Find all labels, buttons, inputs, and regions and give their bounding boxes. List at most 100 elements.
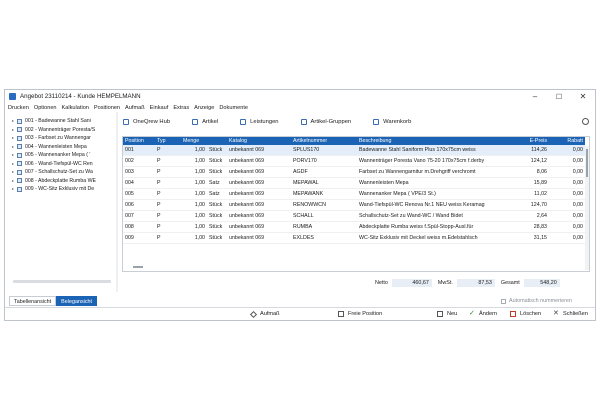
- col-rabatt[interactable]: Rabatt: [549, 137, 585, 145]
- table-row[interactable]: 009 P 1,00 Stück unbekannt 069 EXLDES WC-Sitz …: [123, 232, 585, 244]
- tree-item[interactable]: ▸ 009 - WC-Sitz Exklusiv mit De: [12, 185, 112, 194]
- panel-splitter[interactable]: [116, 112, 118, 292]
- cell-menge: 1,00: [181, 188, 207, 200]
- tree-item[interactable]: ▸ 004 - Wannenleisten Mepa: [12, 143, 112, 152]
- expand-icon[interactable]: ▸: [12, 151, 16, 160]
- col-katalog[interactable]: Katalog: [227, 137, 291, 145]
- close-window-button[interactable]: ✕: [573, 90, 593, 103]
- table-row[interactable]: 002 P 1,00 Stück unbekannt 069 PORV170 Wannent…: [123, 155, 585, 167]
- expand-icon[interactable]: ▸: [12, 185, 16, 194]
- auto-number-checkbox[interactable]: [501, 298, 506, 304]
- col-menge[interactable]: Menge: [181, 137, 207, 145]
- cell-katalog: unbekannt 069: [227, 155, 291, 167]
- col-artikelnummer[interactable]: Artikelnummer: [291, 137, 357, 145]
- auto-number-option[interactable]: Automatisch nummerieren: [501, 298, 572, 304]
- freie-position-button[interactable]: Freie Position: [338, 311, 382, 317]
- expand-icon[interactable]: ▸: [12, 168, 16, 177]
- aendern-button[interactable]: ✓ Ändern: [469, 310, 497, 317]
- table-row[interactable]: 007 P 1,00 Stück unbekannt 069 SCHALL Schallsc…: [123, 210, 585, 222]
- cell-artikelnummer: PORV170: [291, 155, 357, 167]
- leistungen-button[interactable]: Leistungen: [240, 119, 279, 125]
- minimize-button[interactable]: –: [525, 90, 545, 103]
- cell-einheit: Stück: [207, 199, 227, 211]
- table-row[interactable]: 004 P 1,00 Satz unbekannt 069 MEPAWAL Wannenle…: [123, 177, 585, 189]
- table-row[interactable]: 006 P 1,00 Stück unbekannt 069 RENOWWCN Wand-T…: [123, 199, 585, 211]
- neu-button[interactable]: Neu: [437, 311, 457, 317]
- oneqrew-hub-button[interactable]: OneQrew Hub: [123, 119, 170, 125]
- table-row[interactable]: 008 P 1,00 Stück unbekannt 069 RUMBA Abdeckpla…: [123, 221, 585, 233]
- mwst-value: 87,53: [456, 279, 495, 287]
- cell-position: 006: [123, 199, 155, 211]
- position-icon: [17, 144, 22, 150]
- cell-typ: P: [155, 221, 181, 233]
- tree-item[interactable]: ▸ 002 - Wannenträger Poresta/S: [12, 126, 112, 135]
- menu-positionen[interactable]: Positionen: [94, 105, 120, 111]
- aufmass-button[interactable]: Aufmaß: [249, 310, 280, 318]
- tree-item[interactable]: ▸ 001 - Badewanne Stahl Sani: [12, 117, 112, 126]
- tab-belegansicht[interactable]: Belegansicht: [56, 296, 98, 306]
- cell-einheit: Stück: [207, 210, 227, 222]
- menu-optionen[interactable]: Optionen: [34, 105, 57, 111]
- search-icon[interactable]: [582, 118, 589, 125]
- artikel-button[interactable]: Artikel: [192, 119, 218, 125]
- menu-extras[interactable]: Extras: [173, 105, 189, 111]
- tree-horizontal-scrollbar[interactable]: [13, 280, 111, 283]
- artikel-gruppen-button[interactable]: Artikel-Gruppen: [300, 119, 351, 125]
- cell-e-preis: 28,83: [511, 221, 549, 233]
- grid-horizontal-scrollbar[interactable]: [133, 266, 143, 268]
- expand-icon[interactable]: ▸: [12, 117, 16, 126]
- tree-item[interactable]: ▸ 008 - Abdeckplatte Rumba WE: [12, 177, 112, 186]
- cell-katalog: unbekannt 069: [227, 188, 291, 200]
- col-beschreibung[interactable]: Beschreibung: [357, 137, 511, 145]
- warenkorb-button[interactable]: Warenkorb: [373, 119, 411, 125]
- expand-icon[interactable]: ▸: [12, 143, 16, 152]
- menu-anzeige[interactable]: Anzeige: [194, 105, 214, 111]
- cell-position: 001: [123, 145, 155, 156]
- delete-document-icon: [510, 311, 516, 317]
- tree-item[interactable]: ▸ 007 - Schallschutz-Set zu Wa: [12, 168, 112, 177]
- cell-beschreibung: Wand-Tiefspül-WC Renova Nr.1 NEU weiss K…: [357, 199, 511, 211]
- table-row[interactable]: 003 P 1,00 Stück unbekannt 069 AGDF Farbset zu…: [123, 166, 585, 178]
- table-row[interactable]: 005 P 1,00 Satz unbekannt 069 MEPAWANK Wannena…: [123, 188, 585, 200]
- menu-drucken[interactable]: Drucken: [8, 105, 29, 111]
- grid-scroll-thumb[interactable]: [586, 149, 588, 177]
- schliessen-button[interactable]: ✕ Schließen: [553, 310, 588, 317]
- col-e-preis[interactable]: E-Preis: [511, 137, 549, 145]
- col-typ[interactable]: Typ: [155, 137, 181, 145]
- cell-e-preis: 124,70: [511, 199, 549, 211]
- tab-tabellenansicht[interactable]: Tabellenansicht: [9, 296, 57, 306]
- cell-menge: 1,00: [181, 210, 207, 222]
- services-icon: [240, 119, 247, 125]
- cell-einheit: Stück: [207, 155, 227, 167]
- tree-item[interactable]: ▸ 003 - Farbset zu Wannengar: [12, 134, 112, 143]
- cell-einheit: Stück: [207, 232, 227, 244]
- col-einheit[interactable]: [207, 137, 227, 145]
- expand-icon[interactable]: ▸: [12, 126, 16, 135]
- article-icon: [192, 119, 199, 125]
- tree-item[interactable]: ▸ 005 - Wannenanker Mepa ( ': [12, 151, 112, 160]
- cell-beschreibung: Schallschutz-Set zu Wand-WC / Wand Bidet: [357, 210, 511, 222]
- expand-icon[interactable]: ▸: [12, 134, 16, 143]
- expand-icon[interactable]: ▸: [12, 160, 16, 169]
- menu-einkauf[interactable]: Einkauf: [150, 105, 169, 111]
- cell-e-preis: 2,64: [511, 210, 549, 222]
- maximize-button[interactable]: ☐: [549, 90, 569, 103]
- cell-rabatt: 0,00: [549, 155, 585, 167]
- mwst-label: MwSt.: [437, 280, 453, 286]
- col-position[interactable]: Position: [123, 137, 155, 145]
- cell-einheit: Satz: [207, 188, 227, 200]
- position-icon: [17, 152, 22, 158]
- table-row[interactable]: 001 P 1,00 Stück unbekannt 069 SPLUS170 Badewa…: [123, 145, 585, 156]
- expand-icon[interactable]: ▸: [12, 177, 16, 186]
- menu-aufmass[interactable]: Aufmaß: [125, 105, 145, 111]
- main-window: Angebot 23110214 - Kunde HEMPELMANN – ☐ …: [4, 89, 596, 321]
- cell-rabatt: 0,00: [549, 221, 585, 233]
- loeschen-button[interactable]: Löschen: [510, 311, 541, 317]
- menu-kalkulation[interactable]: Kalkulation: [62, 105, 89, 111]
- cell-menge: 1,00: [181, 177, 207, 189]
- cell-rabatt: 0,00: [549, 177, 585, 189]
- menu-dokumente[interactable]: Dokumente: [219, 105, 248, 111]
- cell-rabatt: 0,00: [549, 145, 585, 156]
- cell-katalog: unbekannt 069: [227, 221, 291, 233]
- tree-item[interactable]: ▸ 006 - Wand-Tiefspül-WC Ren: [12, 160, 112, 169]
